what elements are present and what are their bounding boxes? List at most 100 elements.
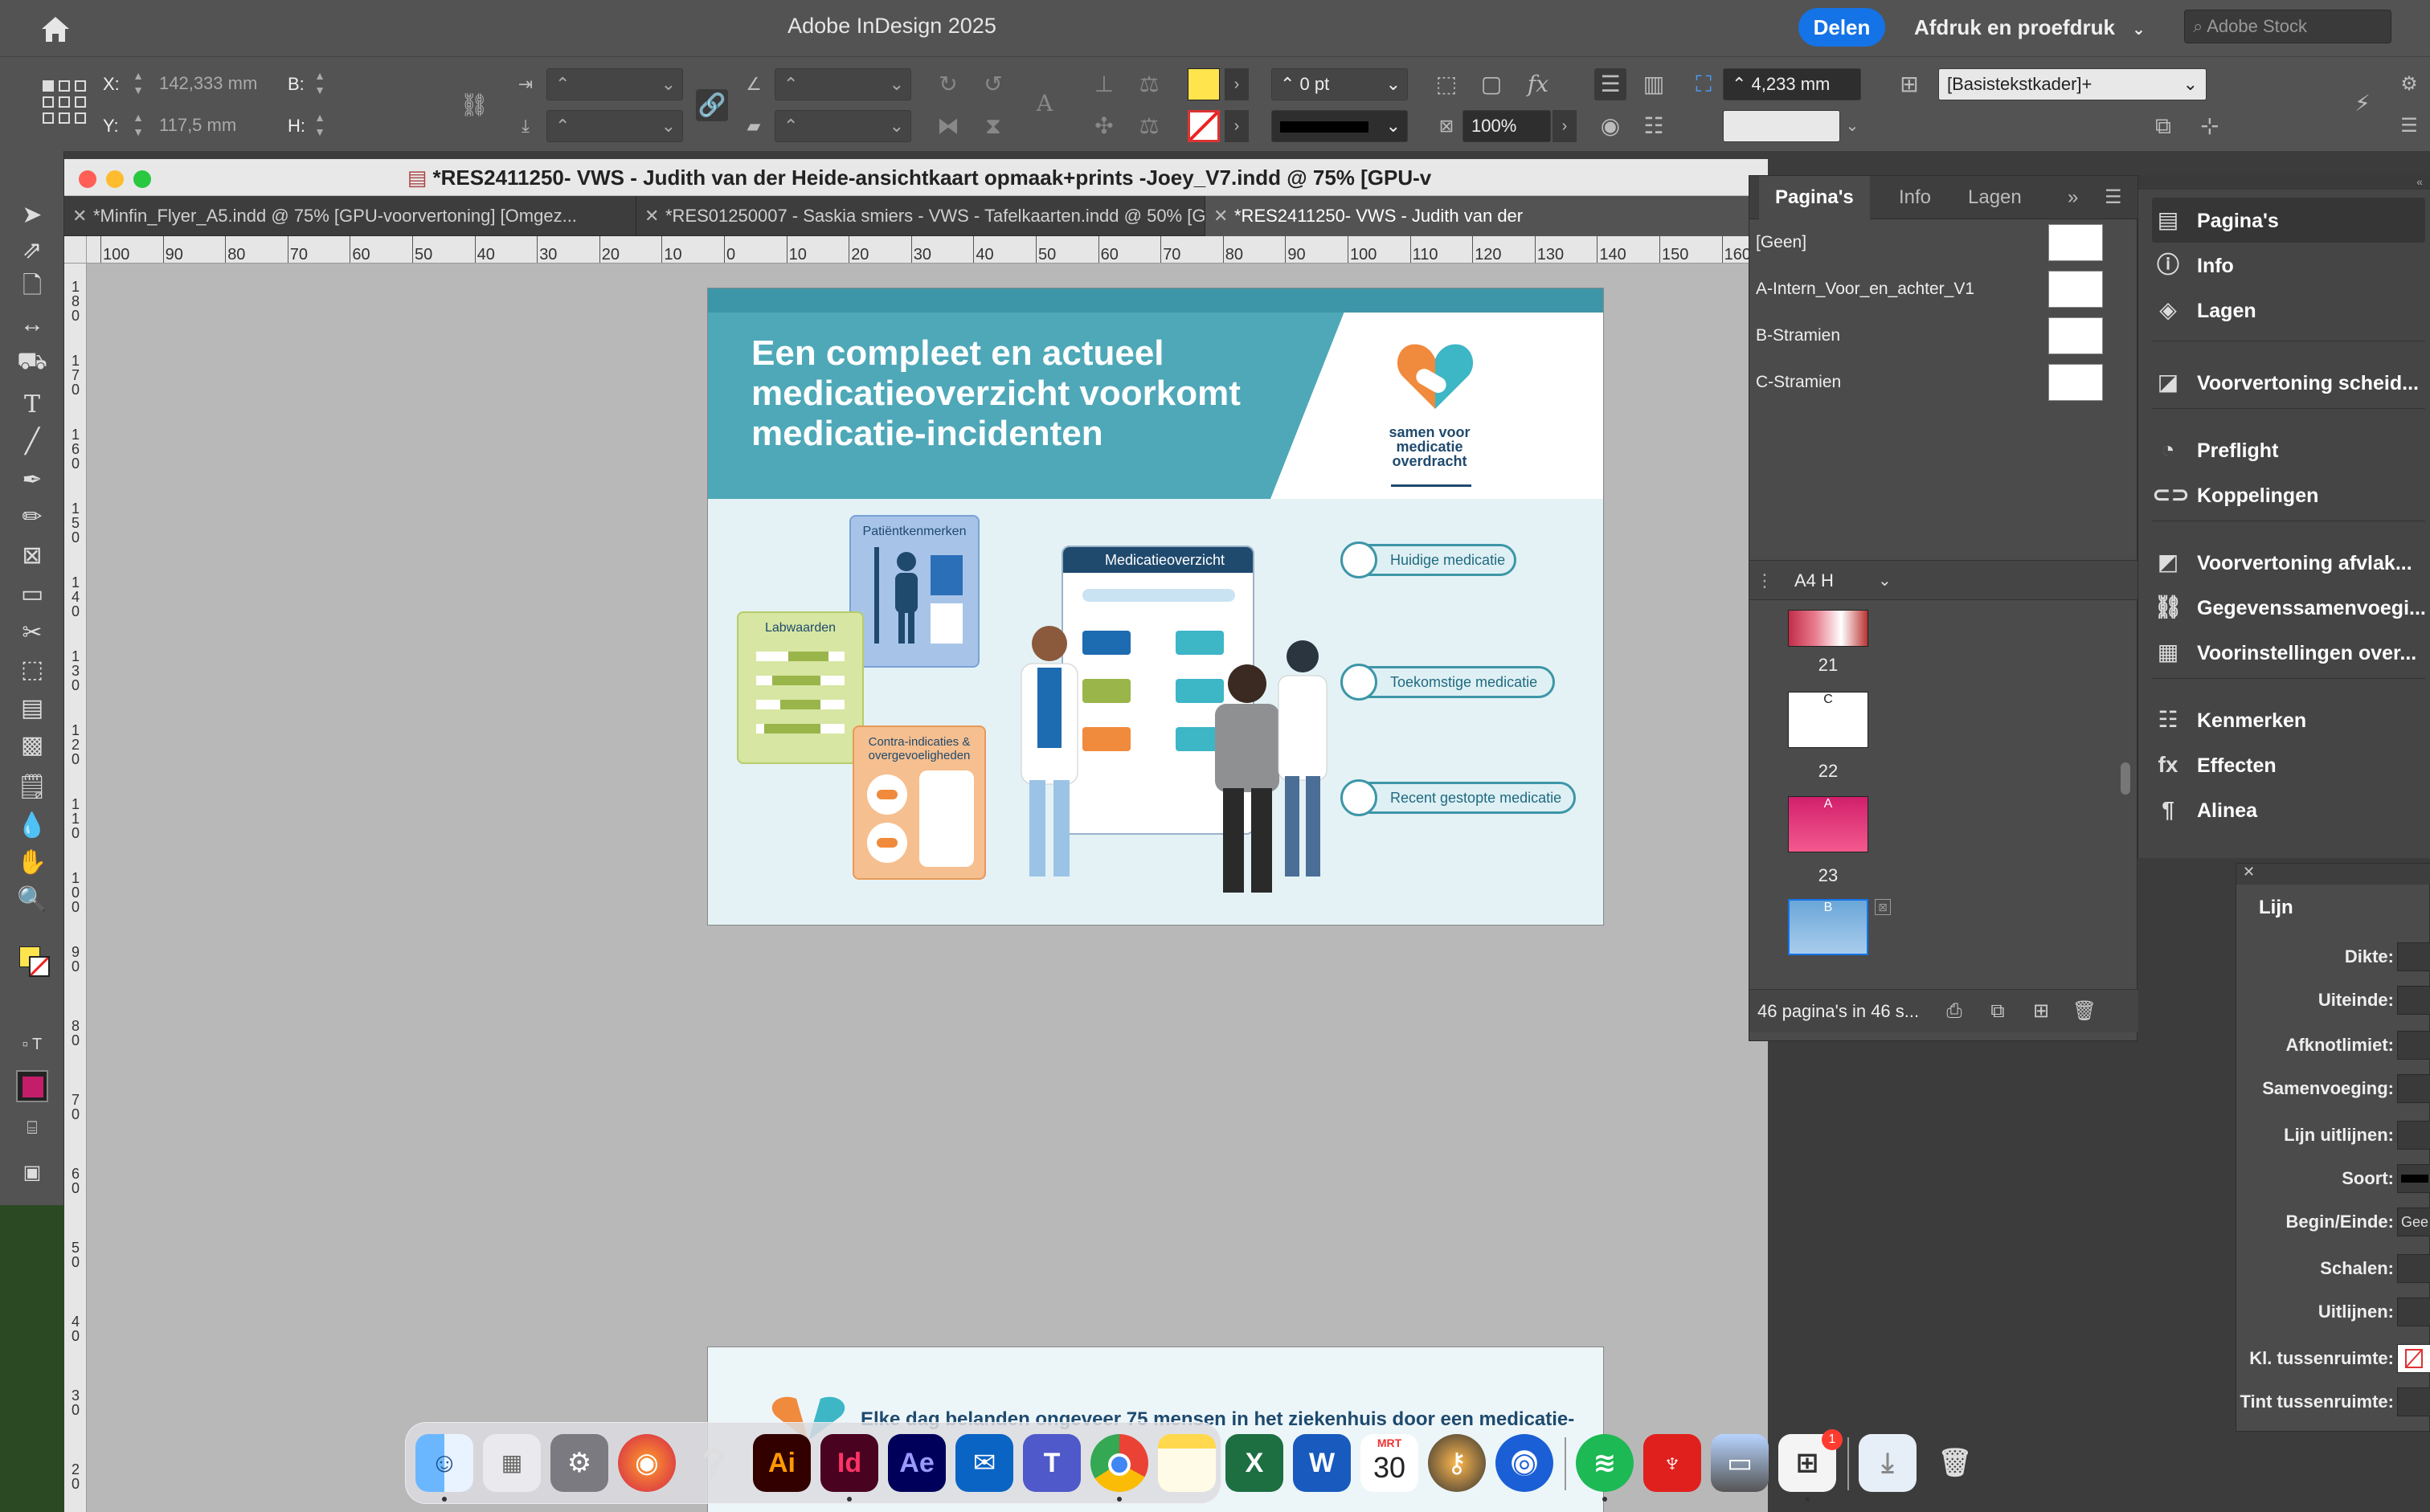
type-tool-icon[interactable]: T	[14, 389, 50, 421]
stroke-row-control[interactable]: Gee	[2397, 1208, 2430, 1236]
stroke-menu-icon[interactable]: ›	[1225, 110, 1249, 142]
apply-color-icon[interactable]	[16, 1070, 48, 1102]
note-tool-icon[interactable]: 🗒	[14, 771, 50, 803]
width-spinner[interactable]: ▲ ▼	[310, 68, 329, 100]
acrobat-icon[interactable]: ♆	[1643, 1434, 1701, 1492]
expand-panel-icon[interactable]: »	[2063, 176, 2083, 219]
stroke-type-dropdown[interactable]: ⌄	[1271, 110, 1408, 142]
headline[interactable]: Een compleet en actueel medicatieoverzic…	[751, 333, 1298, 454]
stroke-row-control[interactable]	[2397, 1297, 2430, 1326]
text-columns-icon[interactable]: ▥	[1638, 68, 1670, 100]
new-page-icon[interactable]: ⊞	[2026, 996, 2056, 1027]
style-options-icon[interactable]: ⊹	[2194, 110, 2226, 142]
constrain-proportions-icon[interactable]: ⛓	[458, 89, 490, 121]
stroke-row-control[interactable]	[2397, 1387, 2430, 1416]
dock-item-effects[interactable]: fx Effecten	[2152, 742, 2425, 787]
stroke-row-control[interactable]	[2397, 1074, 2430, 1103]
formatting-affects-container-icon[interactable]: ▫ T	[14, 1028, 50, 1060]
pages-scrollbar[interactable]	[2121, 762, 2130, 795]
close-tab-icon[interactable]: ✕	[644, 196, 659, 236]
dock-item-data-merge[interactable]: ⛓ Gegevenssamenvoegi...	[2152, 585, 2425, 630]
shear-field[interactable]: ⌃ ⌄	[775, 110, 911, 142]
illustrator-icon[interactable]: Ai	[753, 1434, 811, 1492]
align-text-left-icon[interactable]: ☰	[1594, 68, 1626, 100]
rectangle-tool-icon[interactable]: ▭	[14, 578, 50, 611]
screen-mode-icon[interactable]: ⌸	[14, 1112, 50, 1144]
stroke-color-icon[interactable]	[29, 956, 50, 977]
dock-item-layers[interactable]: ◈ Lagen	[2152, 288, 2425, 333]
x-spinner[interactable]: ▲ ▼	[129, 68, 148, 100]
downloads-stack-icon[interactable]: ⤓	[1859, 1434, 1917, 1492]
dock-item-flattener[interactable]: ◩ Voorvertoning afvlak...	[2152, 540, 2425, 585]
vpn-icon[interactable]: ⚷	[1428, 1434, 1486, 1492]
page-tool-icon[interactable]: 🗋	[14, 270, 50, 302]
width-field[interactable]	[331, 68, 444, 100]
calendar-icon[interactable]: MRT 30	[1360, 1434, 1418, 1492]
page-thumb-22[interactable]: C	[1788, 692, 1868, 748]
y-spinner[interactable]: ▲ ▼	[129, 110, 148, 142]
settings-gear-icon[interactable]: ⚙	[2393, 68, 2425, 100]
stroke-row-control[interactable]	[2397, 1164, 2430, 1193]
close-tab-icon[interactable]: ✕	[1213, 196, 1228, 236]
gradient-feather-tool-icon[interactable]: ▩	[14, 729, 50, 762]
fill-swatch[interactable]	[1188, 68, 1220, 100]
dock-item-paragraph[interactable]: ¶ Alinea	[2152, 787, 2425, 832]
system-settings-icon[interactable]: ⚙	[550, 1434, 608, 1492]
spiral-app-icon[interactable]: ◎	[1495, 1434, 1553, 1492]
text-frame-icon[interactable]: A	[1029, 88, 1061, 120]
panel-menu-icon[interactable]: ☰	[2100, 176, 2127, 219]
distribute-h-icon[interactable]: ⚖	[1133, 110, 1165, 142]
edit-page-size-icon[interactable]: ⎙	[1939, 996, 1970, 1027]
opacity-field[interactable]: 100%	[1462, 110, 1551, 142]
stroke-color-chevron-icon[interactable]: ⌄	[1840, 110, 1864, 142]
gap-tool-icon[interactable]: ↔	[14, 309, 50, 341]
reference-point-icon[interactable]	[42, 80, 87, 125]
baseline-grid-icon[interactable]: ☷	[1638, 110, 1670, 142]
help-icon[interactable]: ?	[685, 1434, 743, 1492]
preview-icon[interactable]: ▭	[1711, 1434, 1769, 1492]
stroke-row-control[interactable]	[2397, 986, 2430, 1015]
teams-icon[interactable]: T	[1023, 1434, 1081, 1492]
pencil-tool-icon[interactable]: ✏	[14, 501, 50, 533]
y-field[interactable]: 117,5 mm	[151, 110, 270, 142]
fill-menu-icon[interactable]: ›	[1225, 68, 1249, 100]
clear-overrides-icon[interactable]: ⧉	[2147, 110, 2179, 142]
spotify-icon[interactable]: ≋	[1576, 1434, 1634, 1492]
opacity-menu-icon[interactable]: ›	[1552, 110, 1577, 142]
page-thumb-23[interactable]: A	[1788, 796, 1868, 852]
adobe-stock-search[interactable]: ⌕ Adobe Stock	[2184, 10, 2391, 43]
frame-fitting-icon[interactable]: ▢	[1475, 68, 1508, 100]
dock-item-pages[interactable]: ▤ Pagina's	[2152, 198, 2425, 243]
dock-item-preflight[interactable]: ◔ Preflight	[2152, 427, 2425, 472]
selection-tool-icon[interactable]: ➤	[14, 199, 50, 231]
infographic[interactable]: Patiëntkenmerken Labwaarden Contra-indic…	[708, 499, 1603, 925]
height-field[interactable]	[331, 110, 444, 142]
dock-item-separations[interactable]: ◪ Voorvertoning scheid...	[2152, 360, 2425, 405]
stroke-row-control[interactable]	[2397, 1031, 2430, 1060]
stroke-row-control[interactable]	[2397, 1344, 2430, 1373]
vertical-ruler[interactable]: 1 8 0 1 7 0 1 6 0 1 5 0 1 4 0 1 3 0 1 2 0 1 1 0…	[64, 264, 87, 1512]
align-top-icon[interactable]: ⊥	[1088, 68, 1120, 100]
gradient-tool-icon[interactable]: ▤	[14, 693, 50, 725]
page-postcard-front[interactable]: Een compleet en actueel medicatieoverzic…	[707, 288, 1604, 926]
hand-tool-icon[interactable]: ✋	[14, 847, 50, 879]
outlook-icon[interactable]: ✉	[955, 1434, 1013, 1492]
tab-info[interactable]: Info	[1883, 176, 1947, 219]
new-master-icon[interactable]: ⧉	[1982, 996, 2013, 1027]
indesign-icon[interactable]: Id	[820, 1434, 878, 1492]
chevron-down-icon[interactable]: ⌄	[1878, 561, 1892, 601]
frame-tool-icon[interactable]: ⊠	[14, 540, 50, 572]
tab-layers[interactable]: Lagen	[1952, 176, 2038, 219]
doc-tab-tafelkaarten[interactable]: ✕ *RES01250007 - Saskia smiers - VWS - Ta…	[636, 196, 1205, 236]
firefox-icon[interactable]: ◉	[618, 1434, 676, 1492]
master-row-none[interactable]: [Geen]	[1749, 219, 2138, 266]
stroke-panel-tab[interactable]: Lijn	[2244, 888, 2341, 928]
trash-icon[interactable]: 🗑	[1926, 1434, 1984, 1492]
flip-vertical-icon[interactable]: ⧗	[977, 110, 1009, 142]
free-transform-tool-icon[interactable]: ⬚	[14, 654, 50, 686]
direct-selection-tool-icon[interactable]: ⇗	[14, 235, 50, 267]
link-icon[interactable]: 🔗	[696, 89, 728, 121]
master-row-c[interactable]: C-Stramien	[1749, 359, 2138, 406]
close-window-button[interactable]	[79, 170, 96, 188]
scissors-tool-icon[interactable]: ✂	[14, 617, 50, 649]
